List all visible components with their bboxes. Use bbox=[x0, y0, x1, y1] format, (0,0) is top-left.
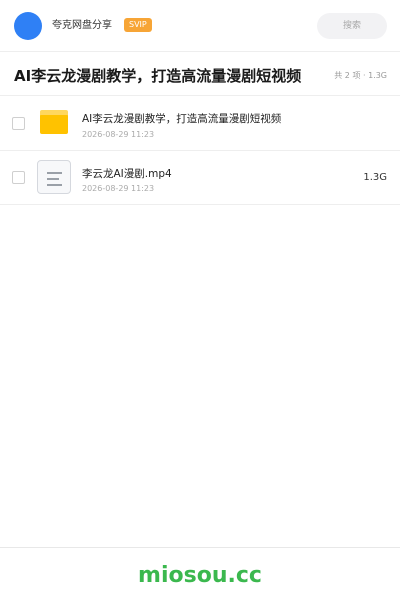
file-date: 2026-08-29 11:23 bbox=[82, 130, 155, 139]
footer: miosou.cc bbox=[0, 547, 400, 600]
file-row-video[interactable]: 李云龙AI漫剧.mp4 2026-08-29 11:23 1.3G bbox=[0, 151, 400, 205]
folder-icon bbox=[40, 110, 68, 134]
file-size: 1.3G bbox=[363, 172, 387, 183]
share-summary: 共 2 项 · 1.3G bbox=[334, 71, 387, 80]
header: 夸克网盘分享 SVIP bbox=[0, 0, 400, 52]
file-date: 2026-08-29 11:23 bbox=[82, 184, 155, 193]
app-name: 夸克网盘分享 bbox=[52, 20, 112, 31]
avatar[interactable] bbox=[14, 12, 42, 40]
document-icon bbox=[37, 160, 71, 194]
file-name[interactable]: 李云龙AI漫剧.mp4 bbox=[82, 167, 172, 181]
share-title-bar: AI李云龙漫剧教学，打造高流量漫剧短视频 共 2 项 · 1.3G bbox=[0, 53, 400, 96]
svip-badge: SVIP bbox=[124, 18, 152, 32]
select-checkbox[interactable] bbox=[12, 117, 25, 130]
search-input[interactable] bbox=[317, 13, 387, 39]
file-row-folder[interactable]: AI李云龙漫剧教学，打造高流量漫剧短视频 2026-08-29 11:23 bbox=[0, 97, 400, 151]
file-name[interactable]: AI李云龙漫剧教学，打造高流量漫剧短视频 bbox=[82, 112, 281, 126]
footer-brand[interactable]: miosou.cc bbox=[0, 562, 400, 590]
select-checkbox[interactable] bbox=[12, 171, 25, 184]
page-title: AI李云龙漫剧教学，打造高流量漫剧短视频 bbox=[14, 67, 302, 85]
